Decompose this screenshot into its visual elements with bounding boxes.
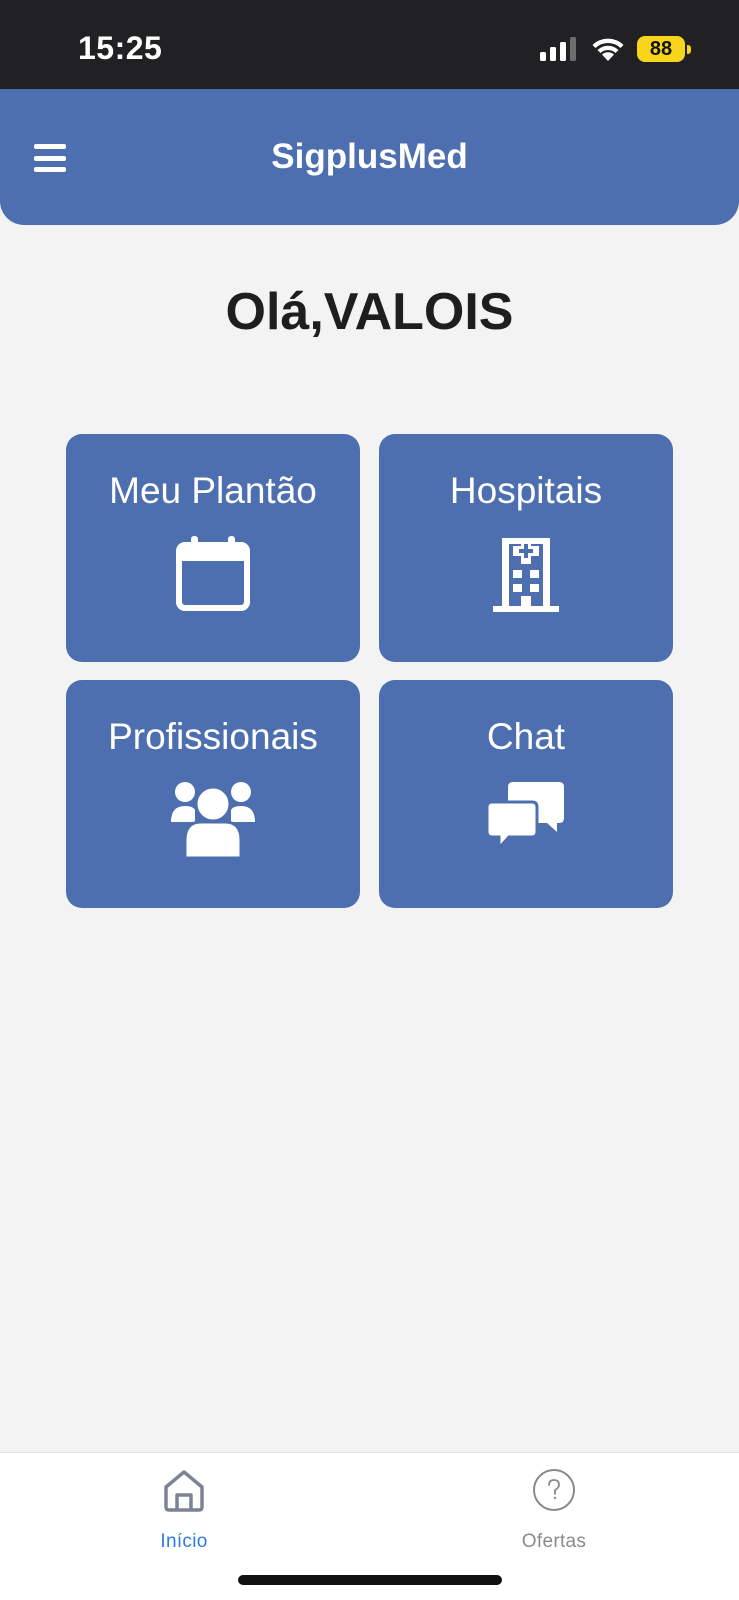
hospitais-card[interactable]: Hospitais	[379, 434, 673, 662]
card-label: Profissionais	[108, 716, 318, 757]
home-indicator	[238, 1575, 502, 1585]
nav-label-ofertas: Ofertas	[521, 1531, 587, 1552]
nav-item-ofertas[interactable]: Ofertas	[474, 1453, 634, 1563]
meu-plantao-card[interactable]: Meu Plantão	[66, 434, 360, 662]
chat-icon	[487, 782, 564, 850]
nav-item-inicio[interactable]: Início	[104, 1453, 264, 1563]
hospital-icon	[493, 538, 559, 612]
greeting-heading: Olá,VALOIS	[225, 283, 514, 341]
card-label: Chat	[486, 716, 566, 757]
battery-nub	[687, 45, 691, 54]
signal-icon	[540, 37, 576, 61]
wifi-icon	[592, 38, 624, 61]
users-icon	[171, 782, 255, 858]
battery-icon: 88	[637, 36, 685, 62]
app-title: SigplusMed	[271, 137, 468, 176]
nav-label-inicio: Início	[160, 1531, 208, 1552]
card-label: Meu Plantão	[109, 470, 317, 511]
chat-card[interactable]: Chat	[379, 680, 673, 908]
profissionais-card[interactable]: Profissionais	[66, 680, 360, 908]
app-screen: 15:25 88 SigplusMed Olá,VALOIS Meu Plant…	[0, 0, 739, 1600]
calendar-icon	[176, 536, 250, 611]
app-header: SigplusMed	[0, 89, 739, 225]
card-label: Hospitais	[449, 470, 603, 511]
home-icon	[164, 1470, 204, 1512]
status-bar: 15:25 88	[0, 0, 739, 89]
status-time: 15:25	[78, 30, 163, 66]
help-circle-icon	[533, 1469, 575, 1511]
